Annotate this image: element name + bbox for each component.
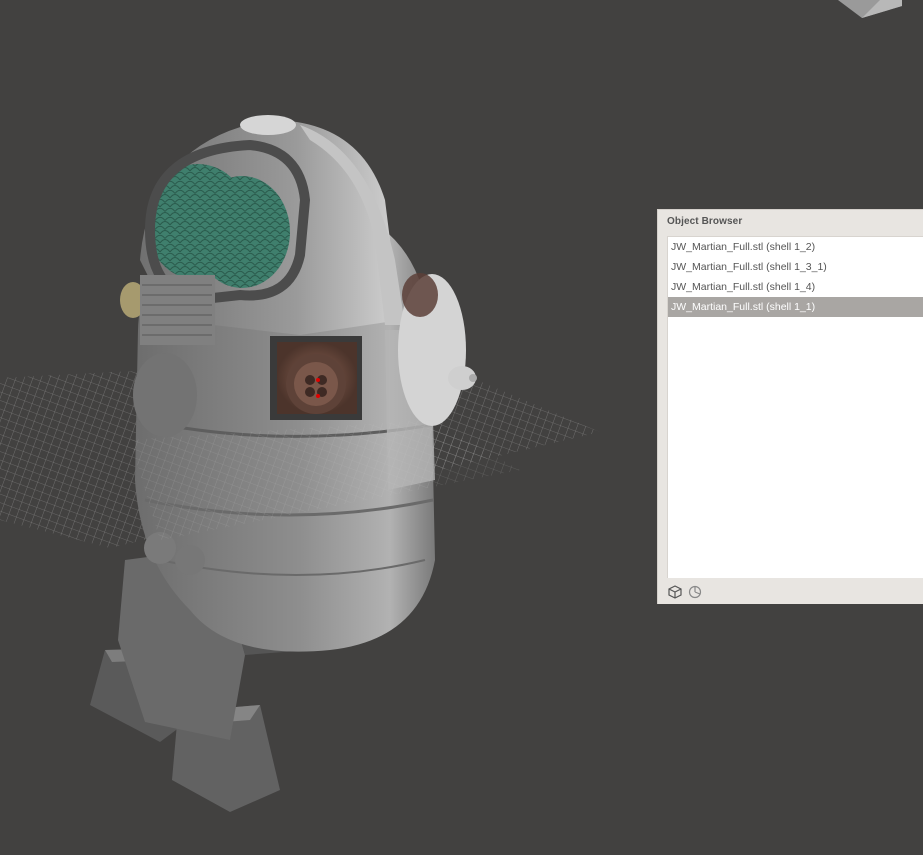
object-list[interactable]: JW_Martian_Full.stl (shell 1_2) JW_Marti… <box>667 236 923 578</box>
object-browser-panel: Object Browser JW_Martian_Full.stl (shel… <box>657 209 923 604</box>
cube-icon[interactable] <box>667 584 683 600</box>
object-list-item[interactable]: JW_Martian_Full.stl (shell 1_4) <box>668 277 923 297</box>
pie-chart-icon[interactable] <box>687 584 703 600</box>
object-browser-title: Object Browser <box>667 216 743 227</box>
object-list-item[interactable]: JW_Martian_Full.stl (shell 1_2) <box>668 237 923 257</box>
model-eye-right <box>194 176 290 288</box>
object-list-item[interactable]: JW_Martian_Full.stl (shell 1_3_1) <box>668 257 923 277</box>
object-list-item-selected[interactable]: JW_Martian_Full.stl (shell 1_1) <box>668 297 923 317</box>
object-browser-footer <box>667 584 703 600</box>
